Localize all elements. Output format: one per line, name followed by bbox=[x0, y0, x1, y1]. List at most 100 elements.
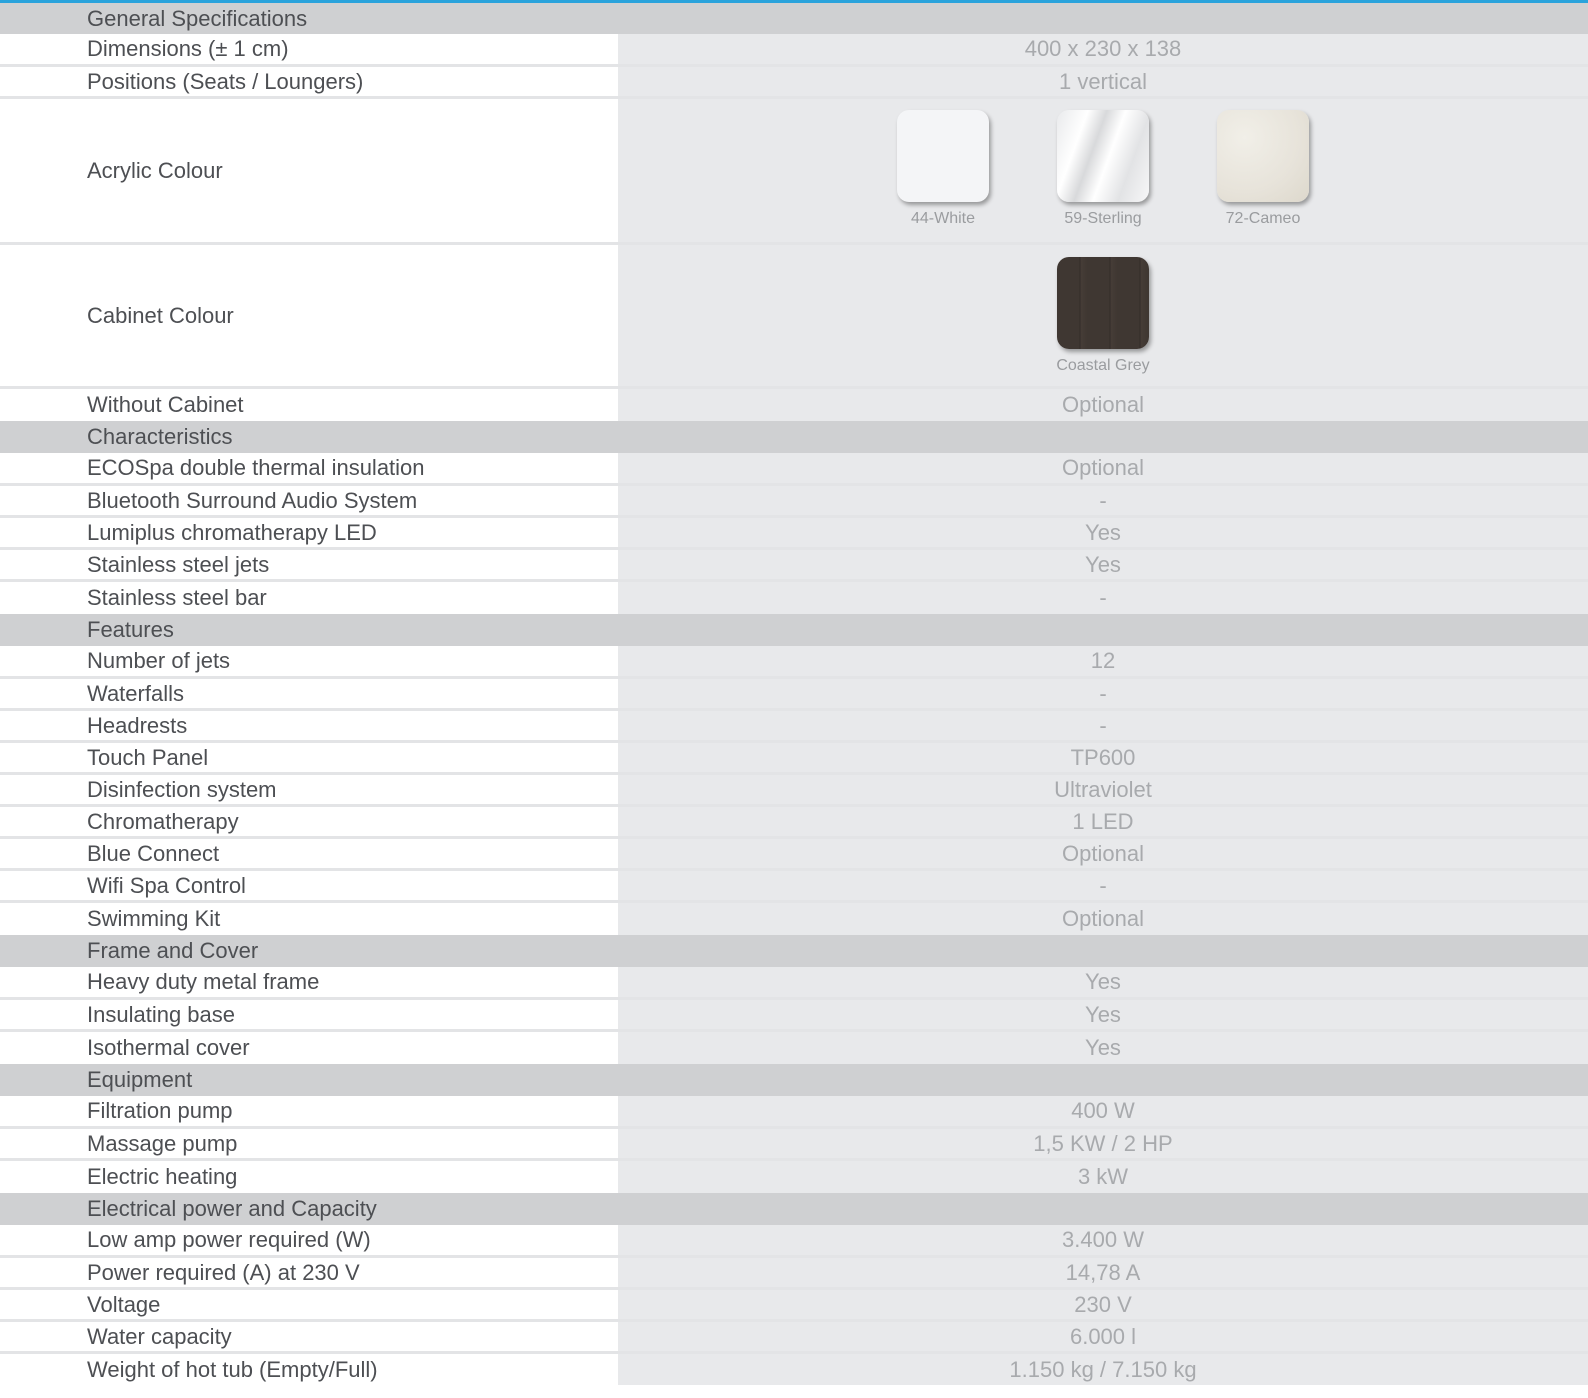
spec-row: Massage pump 1,5 KW / 2 HP bbox=[0, 1129, 1588, 1161]
spec-row: Weight of hot tub (Empty/Full) 1.150 kg … bbox=[0, 1354, 1588, 1385]
spec-row: Number of jets 12 bbox=[0, 646, 1588, 679]
spec-row: Stainless steel jets Yes bbox=[0, 550, 1588, 582]
spec-label: Low amp power required (W) bbox=[0, 1225, 618, 1255]
spec-label: Cabinet Colour bbox=[0, 245, 618, 386]
section-header-features: Features bbox=[0, 614, 1588, 646]
swatch-item: 59-Sterling bbox=[1054, 109, 1152, 228]
spec-row: Electric heating 3 kW bbox=[0, 1161, 1588, 1193]
spec-label: Waterfalls bbox=[0, 679, 618, 708]
spec-value: - bbox=[618, 711, 1588, 740]
spec-value: Ultraviolet bbox=[618, 775, 1588, 804]
spec-value: Optional bbox=[618, 389, 1588, 421]
spec-row: Isothermal cover Yes bbox=[0, 1032, 1588, 1064]
spec-label: Touch Panel bbox=[0, 743, 618, 772]
spec-row: Disinfection system Ultraviolet bbox=[0, 775, 1588, 807]
spec-value: - bbox=[618, 679, 1588, 708]
spec-label: Disinfection system bbox=[0, 775, 618, 804]
spec-label: Electric heating bbox=[0, 1161, 618, 1193]
spec-table: General Specifications Dimensions (± 1 c… bbox=[0, 3, 1588, 1385]
spec-label: Chromatherapy bbox=[0, 807, 618, 836]
spec-value: 1 vertical bbox=[618, 67, 1588, 96]
spec-row: Heavy duty metal frame Yes bbox=[0, 967, 1588, 1000]
swatch-coastal-grey bbox=[1057, 256, 1149, 349]
spec-value: 230 V bbox=[618, 1290, 1588, 1319]
spec-label: Water capacity bbox=[0, 1322, 618, 1351]
spec-row: Low amp power required (W) 3.400 W bbox=[0, 1225, 1588, 1258]
swatch-cameo bbox=[1217, 109, 1309, 202]
spec-row: ECOSpa double thermal insulation Optiona… bbox=[0, 453, 1588, 486]
spec-label: Heavy duty metal frame bbox=[0, 967, 618, 997]
spec-value: 3.400 W bbox=[618, 1225, 1588, 1255]
spec-row: Stainless steel bar - bbox=[0, 582, 1588, 614]
spec-row: Insulating base Yes bbox=[0, 1000, 1588, 1032]
spec-label: Stainless steel bar bbox=[0, 582, 618, 614]
section-title: Electrical power and Capacity bbox=[87, 1196, 377, 1221]
spec-label: Stainless steel jets bbox=[0, 550, 618, 579]
spec-value: Optional bbox=[618, 903, 1588, 935]
spec-row: Water capacity 6.000 l bbox=[0, 1322, 1588, 1354]
spec-row: Power required (A) at 230 V 14,78 A bbox=[0, 1258, 1588, 1290]
spec-label: Voltage bbox=[0, 1290, 618, 1319]
spec-label: Massage pump bbox=[0, 1129, 618, 1158]
spec-label: ECOSpa double thermal insulation bbox=[0, 453, 618, 483]
spec-value: 12 bbox=[618, 646, 1588, 676]
spec-label: Filtration pump bbox=[0, 1096, 618, 1126]
spec-value: Optional bbox=[618, 839, 1588, 868]
section-header-characteristics: Characteristics bbox=[0, 421, 1588, 453]
spec-value: Yes bbox=[618, 550, 1588, 579]
acrylic-swatches: 44-White 59-Sterling 72-Cameo bbox=[618, 99, 1588, 242]
spec-row: Wifi Spa Control - bbox=[0, 871, 1588, 903]
spec-value: 400 W bbox=[618, 1096, 1588, 1126]
spec-row: Filtration pump 400 W bbox=[0, 1096, 1588, 1129]
swatch-item: 72-Cameo bbox=[1214, 109, 1312, 228]
swatch-item: 44-White bbox=[894, 109, 992, 228]
spec-row-cabinet-colour: Cabinet Colour Coastal Grey bbox=[0, 245, 1588, 389]
spec-row: Blue Connect Optional bbox=[0, 839, 1588, 871]
swatch-sterling bbox=[1057, 109, 1149, 202]
cabinet-swatches: Coastal Grey bbox=[618, 245, 1588, 386]
spec-value: 1.150 kg / 7.150 kg bbox=[618, 1354, 1588, 1385]
spec-label: Without Cabinet bbox=[0, 389, 618, 421]
spec-row: Touch Panel TP600 bbox=[0, 743, 1588, 775]
spec-label: Positions (Seats / Loungers) bbox=[0, 67, 618, 96]
spec-value: 6.000 l bbox=[618, 1322, 1588, 1351]
section-title: General Specifications bbox=[87, 5, 308, 31]
section-header-equipment: Equipment bbox=[0, 1064, 1588, 1096]
spec-value: 3 kW bbox=[618, 1161, 1588, 1193]
spec-value: - bbox=[618, 486, 1588, 515]
spec-label: Isothermal cover bbox=[0, 1032, 618, 1064]
spec-value: Yes bbox=[618, 1032, 1588, 1064]
spec-value: Yes bbox=[618, 518, 1588, 547]
spec-value: - bbox=[618, 582, 1588, 614]
section-title: Frame and Cover bbox=[87, 938, 259, 963]
spec-label: Blue Connect bbox=[0, 839, 618, 868]
spec-row: Swimming Kit Optional bbox=[0, 903, 1588, 935]
spec-row-without-cabinet: Without Cabinet Optional bbox=[0, 389, 1588, 421]
swatch-label: 59-Sterling bbox=[1064, 209, 1142, 227]
spec-value: 400 x 230 x 138 bbox=[618, 34, 1588, 64]
section-header-electrical: Electrical power and Capacity bbox=[0, 1193, 1588, 1225]
swatch-white bbox=[897, 109, 989, 202]
spec-label: Lumiplus chromatherapy LED bbox=[0, 518, 618, 547]
spec-value: 1 LED bbox=[618, 807, 1588, 836]
spec-label: Bluetooth Surround Audio System bbox=[0, 486, 618, 515]
spec-row: Voltage 230 V bbox=[0, 1290, 1588, 1322]
spec-label: Headrests bbox=[0, 711, 618, 740]
spec-label: Acrylic Colour bbox=[0, 99, 618, 242]
swatch-label: 72-Cameo bbox=[1225, 209, 1301, 227]
spec-value: 1,5 KW / 2 HP bbox=[618, 1129, 1588, 1158]
spec-label: Weight of hot tub (Empty/Full) bbox=[0, 1354, 618, 1385]
spec-value: TP600 bbox=[618, 743, 1588, 772]
section-title: Features bbox=[87, 617, 174, 642]
section-header-general: General Specifications bbox=[0, 3, 1588, 34]
swatch-item: Coastal Grey bbox=[1054, 256, 1152, 375]
spec-row: Headrests - bbox=[0, 711, 1588, 743]
spec-label: Dimensions (± 1 cm) bbox=[0, 34, 618, 64]
spec-label: Number of jets bbox=[0, 646, 618, 676]
section-header-frame: Frame and Cover bbox=[0, 935, 1588, 967]
section-title: Characteristics bbox=[87, 424, 233, 449]
spec-label: Insulating base bbox=[0, 1000, 618, 1029]
spec-row-positions: Positions (Seats / Loungers) 1 vertical bbox=[0, 67, 1588, 99]
spec-row-acrylic-colour: Acrylic Colour 44-White 59-Sterling 72-C… bbox=[0, 99, 1588, 245]
spec-row: Chromatherapy 1 LED bbox=[0, 807, 1588, 839]
